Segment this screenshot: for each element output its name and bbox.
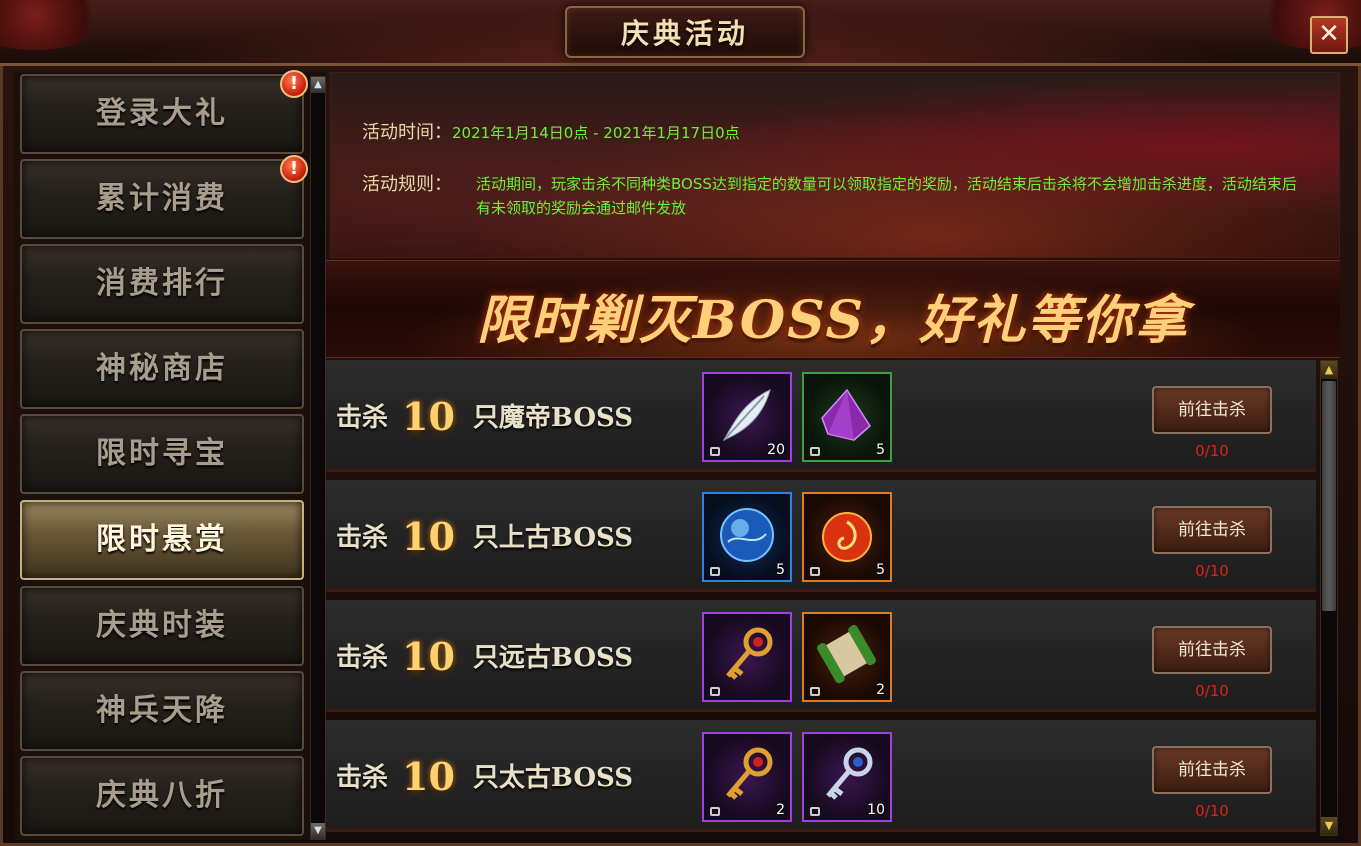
feather-icon bbox=[722, 389, 771, 442]
close-icon: ✕ bbox=[1318, 19, 1340, 49]
sidebar-item-mystery-shop[interactable]: 神秘商店 bbox=[20, 329, 304, 409]
reward-slot[interactable]: 10 bbox=[802, 732, 892, 822]
gold-key-icon bbox=[726, 627, 773, 680]
scroll-down-icon[interactable]: ▼ bbox=[1321, 817, 1337, 835]
task-row: 击杀 10 只远古BOSS 2 前往击杀 0/10 bbox=[326, 600, 1316, 712]
sidebar-item-label: 神兵天降 bbox=[96, 693, 228, 728]
item-quantity: 10 bbox=[867, 802, 885, 818]
kill-count: 10 bbox=[402, 394, 455, 439]
blue-orb-icon bbox=[720, 508, 774, 562]
lock-icon bbox=[810, 567, 820, 576]
item-quantity: 5 bbox=[776, 562, 785, 578]
sidebar-scrollbar[interactable]: ▲ ▼ bbox=[310, 76, 326, 840]
task-label: 击杀 10 只远古BOSS bbox=[336, 634, 633, 679]
sidebar-item-label: 限时悬赏 bbox=[96, 522, 228, 557]
go-kill-button[interactable]: 前往击杀 bbox=[1152, 746, 1272, 794]
go-kill-button[interactable]: 前往击杀 bbox=[1152, 626, 1272, 674]
sidebar-item-cumulative-spend[interactable]: 累计消费 ! bbox=[20, 155, 308, 239]
corner-ornament-left bbox=[0, 0, 110, 50]
sidebar-item-label: 神秘商店 bbox=[96, 351, 228, 386]
kill-count: 10 bbox=[402, 634, 455, 679]
scroll-down-icon[interactable]: ▼ bbox=[311, 823, 325, 839]
reward-slot[interactable] bbox=[702, 612, 792, 702]
kill-progress: 0/10 bbox=[1195, 682, 1229, 700]
close-button[interactable]: ✕ bbox=[1310, 16, 1348, 54]
reward-slot[interactable]: 5 bbox=[702, 492, 792, 582]
reward-slot[interactable]: 5 bbox=[802, 372, 892, 462]
kill-progress: 0/10 bbox=[1195, 802, 1229, 820]
reward-slot[interactable]: 2 bbox=[802, 612, 892, 702]
sidebar-item-fashion[interactable]: 庆典时装 bbox=[20, 586, 304, 666]
reward-slot[interactable]: 5 bbox=[802, 492, 892, 582]
rules-value: 活动期间，玩家击杀不同种类BOSS达到指定的数量可以领取指定的奖励，活动结束后击… bbox=[476, 175, 1297, 217]
task-label: 击杀 10 只魔帝BOSS bbox=[336, 394, 633, 439]
silver-key-icon bbox=[826, 747, 873, 800]
sidebar-item-treasure-hunt[interactable]: 限时寻宝 bbox=[20, 414, 304, 494]
sidebar-item-label: 庆典八折 bbox=[96, 778, 228, 813]
sidebar-item-label: 限时寻宝 bbox=[96, 436, 228, 471]
window-title: 庆典活动 bbox=[620, 17, 749, 50]
time-value: 2021年1月14日0点 - 2021年1月17日0点 bbox=[452, 124, 740, 142]
scrollbar-thumb[interactable] bbox=[1322, 381, 1336, 611]
go-kill-button[interactable]: 前往击杀 bbox=[1152, 386, 1272, 434]
scroll-up-icon[interactable]: ▲ bbox=[311, 77, 325, 93]
crystal-shard-icon bbox=[821, 388, 871, 441]
kill-progress: 0/10 bbox=[1195, 442, 1229, 460]
reward-slot[interactable]: 2 bbox=[702, 732, 792, 822]
lock-icon bbox=[810, 687, 820, 696]
time-label: 活动时间： bbox=[362, 122, 452, 143]
task-label: 击杀 10 只上古BOSS bbox=[336, 514, 633, 559]
slogan-text: 限时剿灭BOSS，好礼等你拿 bbox=[476, 290, 1190, 351]
sidebar-item-label: 登录大礼 bbox=[96, 96, 228, 131]
lock-icon bbox=[810, 447, 820, 456]
item-quantity: 2 bbox=[776, 802, 785, 818]
go-kill-button[interactable]: 前往击杀 bbox=[1152, 506, 1272, 554]
activity-rules-label-row: 活动规则： bbox=[362, 170, 452, 196]
lock-icon bbox=[810, 807, 820, 816]
sidebar-item-login-gift[interactable]: 登录大礼 ! bbox=[20, 70, 308, 154]
task-label: 击杀 10 只太古BOSS bbox=[336, 754, 633, 799]
sidebar-item-spend-ranking[interactable]: 消费排行 bbox=[20, 244, 304, 324]
info-banner bbox=[330, 72, 1340, 258]
lock-icon bbox=[710, 567, 720, 576]
activity-time: 活动时间：2021年1月14日0点 - 2021年1月17日0点 bbox=[362, 118, 740, 144]
item-quantity: 5 bbox=[876, 442, 885, 458]
item-quantity: 5 bbox=[876, 562, 885, 578]
task-list-scrollbar[interactable]: ▲ ▼ bbox=[1320, 360, 1338, 836]
scroll-icon bbox=[817, 625, 876, 684]
sidebar-item-divine-weapons[interactable]: 神兵天降 bbox=[20, 671, 304, 751]
sidebar-item-discount[interactable]: 庆典八折 bbox=[20, 756, 304, 836]
kill-count: 10 bbox=[402, 514, 455, 559]
task-row: 击杀 10 只魔帝BOSS 20 5 前往击杀 0/10 bbox=[326, 360, 1316, 472]
sidebar-item-label: 庆典时装 bbox=[96, 608, 228, 643]
sidebar: 登录大礼 ! 累计消费 ! 消费排行 神秘商店 限时寻宝 限时悬赏 庆典时装 神… bbox=[14, 70, 326, 840]
item-quantity: 20 bbox=[767, 442, 785, 458]
lock-icon bbox=[710, 687, 720, 696]
sidebar-item-bounty[interactable]: 限时悬赏 bbox=[20, 500, 304, 580]
kill-progress: 0/10 bbox=[1195, 562, 1229, 580]
task-row: 击杀 10 只上古BOSS 5 5 前往击杀 0/10 bbox=[326, 480, 1316, 592]
fire-orb-icon bbox=[822, 512, 872, 562]
gold-key-icon bbox=[726, 747, 773, 800]
alert-icon: ! bbox=[280, 70, 308, 98]
rules-label: 活动规则： bbox=[362, 174, 452, 195]
alert-icon: ! bbox=[280, 155, 308, 183]
sidebar-item-label: 消费排行 bbox=[96, 266, 228, 301]
scroll-up-icon[interactable]: ▲ bbox=[1321, 361, 1337, 379]
kill-count: 10 bbox=[402, 754, 455, 799]
item-quantity: 2 bbox=[876, 682, 885, 698]
lock-icon bbox=[710, 447, 720, 456]
task-list: 击杀 10 只魔帝BOSS 20 5 前往击杀 0/10 击杀 10 只上古BOSS bbox=[326, 358, 1318, 838]
lock-icon bbox=[710, 807, 720, 816]
task-row: 击杀 10 只太古BOSS 2 10 前往击杀 0/10 bbox=[326, 720, 1316, 832]
sidebar-item-label: 累计消费 bbox=[96, 181, 228, 216]
reward-slot[interactable]: 20 bbox=[702, 372, 792, 462]
